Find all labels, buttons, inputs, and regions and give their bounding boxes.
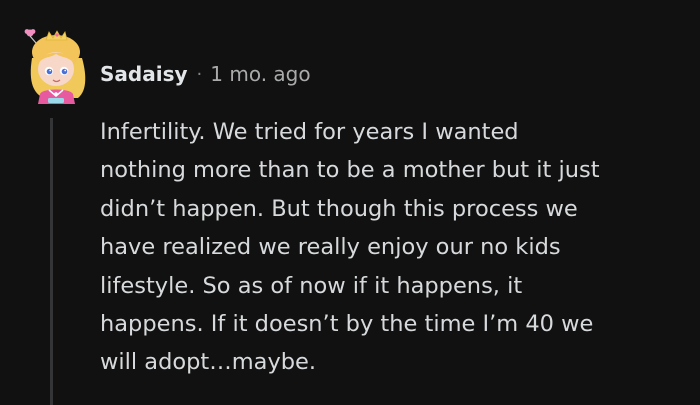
comment-body-line: will adopt…maybe. — [100, 349, 317, 376]
thread-collapse-line[interactable] — [50, 118, 53, 405]
comment-body-line: didn’t happen. But though this process w… — [100, 195, 578, 222]
comment-header: Sadaisy · 1 mo. ago — [100, 60, 311, 88]
comment-body-line: Infertility. We tried for years I wanted — [100, 119, 519, 145]
user-avatar[interactable] — [18, 28, 90, 108]
comment-body-line: lifestyle. So as of now if it happens, i… — [100, 272, 523, 299]
comment-body-line: happens. If it doesn’t by the time I’m 4… — [100, 311, 594, 338]
meta-separator: · — [196, 63, 203, 85]
comment-body: Infertility. We tried for years I wanted… — [100, 113, 690, 382]
comment-body-line: have realized we really enjoy our no kid… — [100, 234, 561, 261]
cartoon-girl-avatar-icon — [24, 29, 86, 104]
comment: Sadaisy · 1 mo. ago Infertility. We trie… — [0, 0, 700, 405]
comment-body-line: nothing more than to be a mother but it … — [100, 157, 600, 184]
comment-timestamp[interactable]: 1 mo. ago — [210, 62, 310, 86]
username-link[interactable]: Sadaisy — [100, 62, 188, 86]
